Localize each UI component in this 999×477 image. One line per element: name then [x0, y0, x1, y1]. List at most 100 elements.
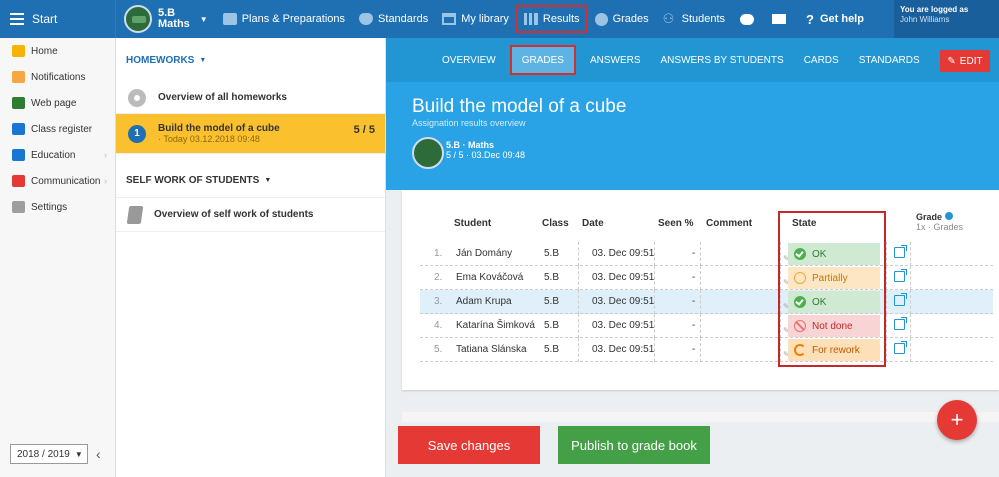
homeworks-header: HOMEWORKS	[126, 54, 195, 66]
column-divider	[700, 266, 701, 290]
tab-answers-by-students[interactable]: ANSWERS BY STUDENTS	[651, 38, 794, 82]
col-comment[interactable]: Comment	[706, 218, 752, 229]
submission-date: 03. Dec 09:51	[592, 320, 655, 331]
column-divider	[700, 242, 701, 266]
tab-cards[interactable]: CARDS	[794, 38, 849, 82]
assignment-subtitle: Assignation results overview	[412, 118, 526, 128]
help-label: Get help	[819, 13, 864, 25]
tab-grades[interactable]: GRADES	[509, 45, 576, 75]
nav-results[interactable]: Results	[515, 5, 588, 33]
caret-down-icon: ▼	[199, 56, 207, 64]
nav-plans-preparations[interactable]: Plans & Preparations	[216, 0, 352, 38]
open-external-icon[interactable]	[894, 245, 907, 258]
seen-percent: -	[692, 272, 696, 283]
chevron-right-icon: ›	[104, 150, 107, 160]
column-divider	[886, 266, 887, 290]
submission-date: 03. Dec 09:51	[592, 272, 655, 283]
self-work-header: SELF WORK OF STUDENTS	[126, 175, 260, 186]
nav-label: Grades	[612, 13, 649, 25]
tab-overview[interactable]: OVERVIEW	[432, 38, 506, 82]
student-class: 5.B	[544, 272, 560, 283]
sidebar-item-home[interactable]: Home	[0, 38, 115, 64]
sidebar-item-settings[interactable]: Settings	[0, 194, 115, 220]
submission-date: 03. Dec 09:51	[592, 296, 655, 307]
get-help-button[interactable]: ? Get help	[798, 12, 872, 27]
hamburger-menu-icon	[10, 13, 24, 25]
table-row[interactable]: 1. Ján Domány 5.B 03. Dec 09:51- ✎ OK	[420, 242, 993, 266]
self-work-overview-label: Overview of self work of students	[154, 209, 314, 220]
col-seen[interactable]: Seen %	[658, 218, 694, 229]
class-selector[interactable]: 5.B Maths ▼	[116, 5, 216, 33]
briefcase-icon	[222, 13, 237, 25]
table-row[interactable]: 3. Adam Krupa 5.B 03. Dec 09:51- ✎ OK	[420, 290, 993, 314]
left-sidebar: Home Notifications Web page Class register E…	[0, 38, 116, 477]
open-external-icon[interactable]	[894, 293, 907, 306]
self-work-overview-item[interactable]: Overview of self work of students	[116, 198, 385, 232]
star-icon	[12, 45, 25, 57]
assignment-title: Build the model of a cube	[412, 96, 627, 117]
school-year-value: 2018 / 2019	[17, 448, 70, 460]
column-divider	[886, 314, 887, 338]
sidebar-item-communication[interactable]: Communication ›	[0, 168, 115, 194]
student-class: 5.B	[544, 320, 560, 331]
publish-to-grade-book-button[interactable]: Publish to grade book	[558, 426, 710, 464]
grade-subheader: 1x · Grades	[916, 222, 964, 232]
student-class: 5.B	[544, 344, 560, 355]
open-external-icon[interactable]	[894, 341, 907, 354]
column-divider	[654, 314, 655, 338]
homework-item-active[interactable]: 1 Build the model of a cube · Today 03.1…	[116, 114, 385, 154]
row-index: 4.	[434, 320, 443, 331]
student-name: Tatiana Slánska	[456, 344, 527, 355]
book-icon	[126, 205, 144, 224]
overview-label: Overview of all homeworks	[158, 92, 287, 103]
sidebar-item-education[interactable]: Education ›	[0, 142, 115, 168]
sidebar-item-class-register[interactable]: Class register	[0, 116, 115, 142]
mail-icon[interactable]	[772, 14, 786, 24]
edit-button[interactable]: ✎ EDIT	[940, 50, 990, 72]
top-navigation-bar: Start 5.B Maths ▼ Plans & Preparations S…	[0, 0, 999, 38]
assignment-header: Build the model of a cube Assignation re…	[386, 82, 999, 190]
column-divider	[654, 266, 655, 290]
collapse-sidebar-icon[interactable]: ‹	[96, 446, 101, 462]
tab-standards[interactable]: STANDARDS	[849, 38, 930, 82]
homeworks-overview-item[interactable]: Overview of all homeworks	[116, 82, 385, 114]
sidebar-item-label: Settings	[31, 201, 68, 213]
column-divider	[886, 290, 887, 314]
student-name: Adam Krupa	[456, 296, 512, 307]
student-name: Ján Domány	[456, 248, 513, 259]
chat-icon[interactable]	[740, 13, 754, 25]
homeworks-dropdown[interactable]: HOMEWORKS ▼	[116, 38, 385, 82]
nav-students[interactable]: ⚇ Students	[656, 0, 732, 38]
save-changes-button[interactable]: Save changes	[398, 426, 540, 464]
nav-standards[interactable]: Standards	[352, 0, 435, 38]
nav-my-library[interactable]: My library	[435, 0, 516, 38]
question-icon: ?	[806, 11, 814, 27]
row-index: 2.	[434, 272, 443, 283]
table-row[interactable]: 2. Ema Kováčová 5.B 03. Dec 09:51- ✎ Partiall…	[420, 266, 993, 290]
self-work-dropdown[interactable]: SELF WORK OF STUDENTS ▼	[116, 164, 385, 198]
user-account-menu[interactable]: You are logged as John Williams	[894, 0, 999, 38]
tab-answers[interactable]: ANSWERS	[580, 38, 651, 82]
col-grade[interactable]: Grade	[916, 212, 942, 222]
nav-grades[interactable]: Grades	[588, 0, 656, 38]
add-button[interactable]: +	[937, 400, 977, 440]
table-row[interactable]: 5. Tatiana Slánska 5.B 03. Dec 09:51- ✎ For r…	[420, 338, 993, 362]
school-year-select[interactable]: 2018 / 2019 ▼	[10, 444, 88, 464]
col-date[interactable]: Date	[582, 218, 604, 229]
row-index: 3.	[434, 296, 443, 307]
open-external-icon[interactable]	[894, 317, 907, 330]
seen-percent: -	[692, 320, 696, 331]
student-name: Katarína Šimková	[456, 320, 535, 331]
table-row[interactable]: 4. Katarína Šimková 5.B 03. Dec 09:51- ✎ Not …	[420, 314, 993, 338]
homeworks-panel: HOMEWORKS ▼ Overview of all homeworks 1 …	[116, 38, 386, 477]
open-external-icon[interactable]	[894, 269, 907, 282]
bar-chart-icon	[523, 13, 538, 25]
sidebar-item-notifications[interactable]: Notifications	[0, 64, 115, 90]
column-divider	[654, 242, 655, 266]
col-student[interactable]: Student	[454, 218, 491, 229]
row-index: 5.	[434, 344, 443, 355]
start-menu-button[interactable]: Start	[0, 0, 116, 38]
col-class[interactable]: Class	[542, 218, 569, 229]
gear-icon[interactable]	[945, 212, 954, 220]
sidebar-item-web-page[interactable]: Web page	[0, 90, 115, 116]
